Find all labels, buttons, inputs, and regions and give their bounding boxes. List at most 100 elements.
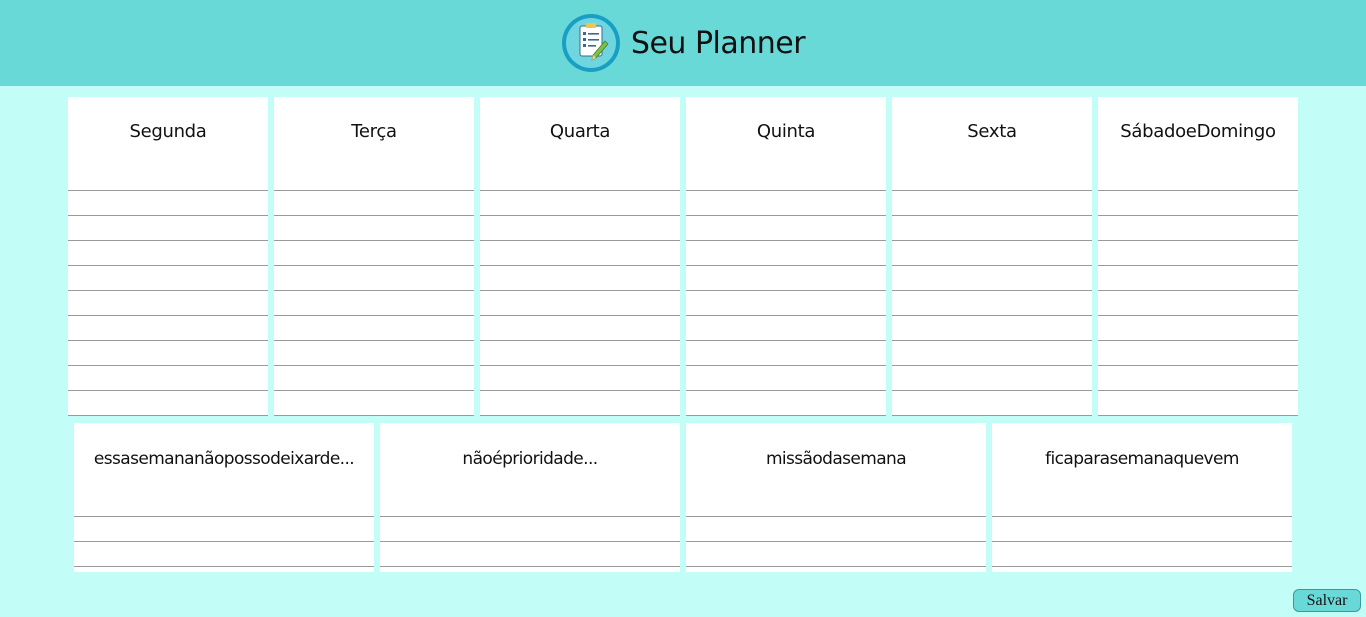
task-input[interactable] <box>480 316 680 340</box>
save-button[interactable]: Salvar <box>1293 589 1361 612</box>
note-input[interactable] <box>380 542 680 566</box>
task-input[interactable] <box>68 266 268 290</box>
note-line <box>992 542 1292 567</box>
note-input[interactable] <box>74 517 374 541</box>
task-line <box>686 191 886 216</box>
task-input[interactable] <box>68 391 268 415</box>
task-input[interactable] <box>892 291 1092 315</box>
day-card-sabadoedomingo: SábadoeDomingo <box>1098 97 1298 416</box>
task-line <box>892 216 1092 241</box>
task-input[interactable] <box>686 316 886 340</box>
day-card-quarta: Quarta <box>480 97 680 416</box>
task-input[interactable] <box>274 316 474 340</box>
task-line <box>686 341 886 366</box>
task-line <box>1098 316 1298 341</box>
task-line <box>686 216 886 241</box>
task-input[interactable] <box>1098 316 1298 340</box>
note-title: missãodasemana <box>686 423 986 517</box>
note-input[interactable] <box>686 542 986 566</box>
task-input[interactable] <box>686 341 886 365</box>
task-line <box>480 391 680 416</box>
task-input[interactable] <box>480 216 680 240</box>
task-input[interactable] <box>686 241 886 265</box>
task-line <box>274 241 474 266</box>
task-input[interactable] <box>686 266 886 290</box>
task-input[interactable] <box>480 391 680 415</box>
task-input[interactable] <box>1098 241 1298 265</box>
task-input[interactable] <box>892 216 1092 240</box>
note-title: essasemananãopossodeixarde... <box>74 423 374 517</box>
weekday-columns: Segunda Terça Quarta Quinta Sexta SábadoeDomi… <box>68 97 1298 416</box>
task-line <box>892 291 1092 316</box>
task-input[interactable] <box>68 241 268 265</box>
task-input[interactable] <box>686 391 886 415</box>
task-input[interactable] <box>686 216 886 240</box>
task-input[interactable] <box>68 316 268 340</box>
task-input[interactable] <box>892 391 1092 415</box>
task-input[interactable] <box>68 191 268 215</box>
task-input[interactable] <box>686 191 886 215</box>
task-input[interactable] <box>274 216 474 240</box>
task-line <box>68 341 268 366</box>
day-title: Segunda <box>68 97 268 191</box>
task-input[interactable] <box>274 341 474 365</box>
task-line <box>1098 391 1298 416</box>
task-input[interactable] <box>892 191 1092 215</box>
task-input[interactable] <box>274 291 474 315</box>
task-line <box>892 316 1092 341</box>
task-line <box>1098 241 1298 266</box>
task-line <box>274 191 474 216</box>
task-input[interactable] <box>892 266 1092 290</box>
task-input[interactable] <box>480 266 680 290</box>
note-input[interactable] <box>74 542 374 566</box>
note-input[interactable] <box>992 542 1292 566</box>
task-input[interactable] <box>274 191 474 215</box>
task-input[interactable] <box>274 266 474 290</box>
task-input[interactable] <box>68 291 268 315</box>
task-input[interactable] <box>274 241 474 265</box>
day-card-segunda: Segunda <box>68 97 268 416</box>
task-input[interactable] <box>480 341 680 365</box>
task-input[interactable] <box>892 316 1092 340</box>
note-card: essasemananãopossodeixarde... <box>74 423 374 572</box>
task-input[interactable] <box>1098 366 1298 390</box>
task-line <box>892 241 1092 266</box>
day-card-terca: Terça <box>274 97 474 416</box>
task-input[interactable] <box>1098 191 1298 215</box>
task-input[interactable] <box>274 391 474 415</box>
task-line <box>892 341 1092 366</box>
task-input[interactable] <box>686 291 886 315</box>
day-title: Quinta <box>686 97 886 191</box>
note-line <box>74 542 374 567</box>
task-input[interactable] <box>68 341 268 365</box>
task-input[interactable] <box>1098 291 1298 315</box>
task-input[interactable] <box>1098 216 1298 240</box>
day-title: Sexta <box>892 97 1092 191</box>
task-input[interactable] <box>68 366 268 390</box>
task-line <box>68 191 268 216</box>
note-input[interactable] <box>992 517 1292 541</box>
app-header: Seu Planner <box>0 0 1366 86</box>
task-line <box>686 241 886 266</box>
task-input[interactable] <box>1098 391 1298 415</box>
task-input[interactable] <box>480 366 680 390</box>
task-input[interactable] <box>480 241 680 265</box>
task-line <box>274 391 474 416</box>
task-line <box>480 341 680 366</box>
task-input[interactable] <box>1098 341 1298 365</box>
task-line <box>480 216 680 241</box>
task-input[interactable] <box>892 366 1092 390</box>
note-input[interactable] <box>380 517 680 541</box>
task-input[interactable] <box>686 366 886 390</box>
day-title: Quarta <box>480 97 680 191</box>
task-input[interactable] <box>480 191 680 215</box>
task-input[interactable] <box>68 216 268 240</box>
task-input[interactable] <box>892 241 1092 265</box>
task-input[interactable] <box>480 291 680 315</box>
task-line <box>274 341 474 366</box>
note-input[interactable] <box>686 517 986 541</box>
task-input[interactable] <box>274 366 474 390</box>
note-title: nãoéprioridade... <box>380 423 680 517</box>
task-input[interactable] <box>892 341 1092 365</box>
task-input[interactable] <box>1098 266 1298 290</box>
